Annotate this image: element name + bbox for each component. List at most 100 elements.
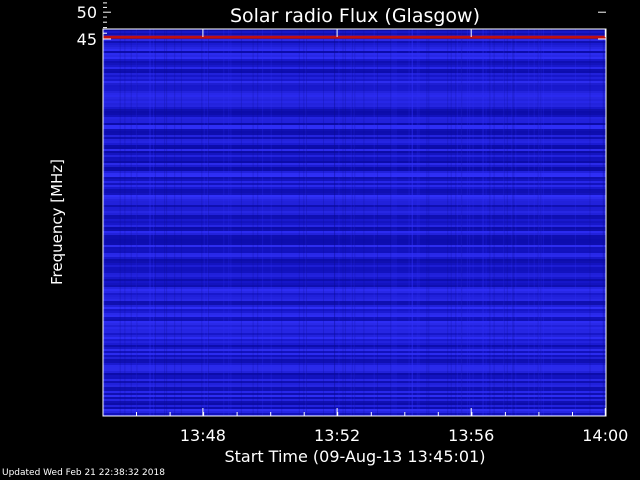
intermittent-spike xyxy=(558,11,560,18)
time-streak xyxy=(208,29,209,416)
time-streak xyxy=(377,29,378,416)
intermittent-spike xyxy=(132,11,134,18)
time-streak xyxy=(482,29,484,416)
time-streak xyxy=(373,29,375,416)
time-streak xyxy=(408,29,410,416)
time-streak xyxy=(252,29,254,416)
time-streak xyxy=(503,29,505,416)
x-tick-label: 14:00 xyxy=(582,426,628,445)
intermittent-spike xyxy=(165,11,167,18)
time-streak xyxy=(281,29,283,416)
x-axis-label: Start Time (09-Aug-13 13:45:01) xyxy=(225,447,486,466)
time-streak xyxy=(447,29,449,416)
intermittent-spike xyxy=(115,11,117,18)
time-streak xyxy=(551,29,553,416)
y-axis-label: Frequency [MHz] xyxy=(48,159,66,285)
time-streak xyxy=(574,29,576,416)
time-streak xyxy=(306,29,307,416)
time-streak xyxy=(513,29,515,416)
time-streak xyxy=(411,29,413,416)
time-streak xyxy=(164,29,166,416)
time-streak xyxy=(201,29,203,416)
time-streak xyxy=(334,29,336,416)
time-streak xyxy=(511,29,513,416)
intermittent-spike xyxy=(215,11,217,18)
time-streak xyxy=(342,29,344,416)
intermittent-spike xyxy=(191,11,193,18)
intermittent-spike xyxy=(174,11,176,18)
time-streak xyxy=(262,29,264,416)
time-streak xyxy=(363,29,365,416)
emission-band xyxy=(103,35,606,39)
intermittent-spike xyxy=(527,11,529,18)
plot-area xyxy=(103,11,606,416)
time-streak xyxy=(416,29,418,416)
intermittent-spike xyxy=(181,11,183,18)
intermittent-spike xyxy=(227,11,229,18)
intermittent-spike xyxy=(121,11,123,18)
time-streak xyxy=(418,29,420,416)
time-streak xyxy=(450,29,452,416)
time-streak xyxy=(136,29,138,416)
time-streak xyxy=(603,29,605,416)
time-streak xyxy=(270,29,272,416)
y-tick-label: 45 xyxy=(77,30,97,49)
time-streak xyxy=(538,29,540,416)
time-streak xyxy=(323,29,324,416)
intermittent-spike xyxy=(567,11,569,18)
time-streak xyxy=(533,29,535,416)
time-streak xyxy=(528,29,530,416)
time-streak xyxy=(390,29,392,416)
intermittent-spike xyxy=(581,11,583,18)
time-streak xyxy=(493,29,495,416)
x-tick-label: 13:52 xyxy=(314,426,360,445)
time-streak xyxy=(303,29,305,416)
time-streak xyxy=(542,29,544,416)
time-streak xyxy=(240,29,242,416)
x-tick-label: 13:48 xyxy=(180,426,226,445)
time-streak xyxy=(456,29,458,416)
time-streak xyxy=(203,29,205,416)
time-streak xyxy=(455,29,457,416)
time-streak xyxy=(393,29,395,416)
time-streak xyxy=(130,29,132,416)
updated-timestamp: Updated Wed Feb 21 22:38:32 2018 xyxy=(2,468,165,478)
time-streak xyxy=(230,29,232,416)
time-streak xyxy=(350,29,352,416)
time-streak xyxy=(351,29,353,416)
intermittent-spike xyxy=(496,11,498,18)
time-streak xyxy=(589,29,591,416)
frequency-rows xyxy=(103,29,606,416)
time-streak xyxy=(103,29,105,416)
time-streak xyxy=(391,29,393,416)
intermittent-spike xyxy=(516,11,518,18)
intermittent-spike xyxy=(209,11,211,18)
time-streak xyxy=(174,29,176,416)
time-streak xyxy=(489,29,491,416)
intermittent-spike xyxy=(574,11,576,18)
intermittent-spike xyxy=(549,11,551,18)
intermittent-spike xyxy=(588,11,590,18)
time-streak xyxy=(180,29,182,416)
intermittent-spike xyxy=(201,11,203,18)
x-tick-label: 13:56 xyxy=(448,426,494,445)
spectrogram-chart: Solar radio Flux (Glasgow) 455055607080 … xyxy=(48,0,628,466)
time-streak xyxy=(344,29,346,416)
chart-title: Solar radio Flux (Glasgow) xyxy=(230,5,480,27)
time-streak xyxy=(472,29,474,416)
time-streak xyxy=(461,29,463,416)
time-streak xyxy=(298,29,300,416)
time-streak xyxy=(428,29,430,416)
time-streak xyxy=(506,29,508,416)
time-streak xyxy=(426,29,428,416)
time-streak xyxy=(223,29,225,416)
time-streak xyxy=(540,29,542,416)
time-streak xyxy=(228,29,230,416)
time-streak xyxy=(257,29,259,416)
intermittent-spike xyxy=(485,11,487,18)
intermittent-spike xyxy=(155,11,157,18)
time-streak xyxy=(515,29,517,416)
time-streak xyxy=(149,29,150,416)
time-streak xyxy=(395,29,397,416)
time-streak xyxy=(154,29,156,416)
